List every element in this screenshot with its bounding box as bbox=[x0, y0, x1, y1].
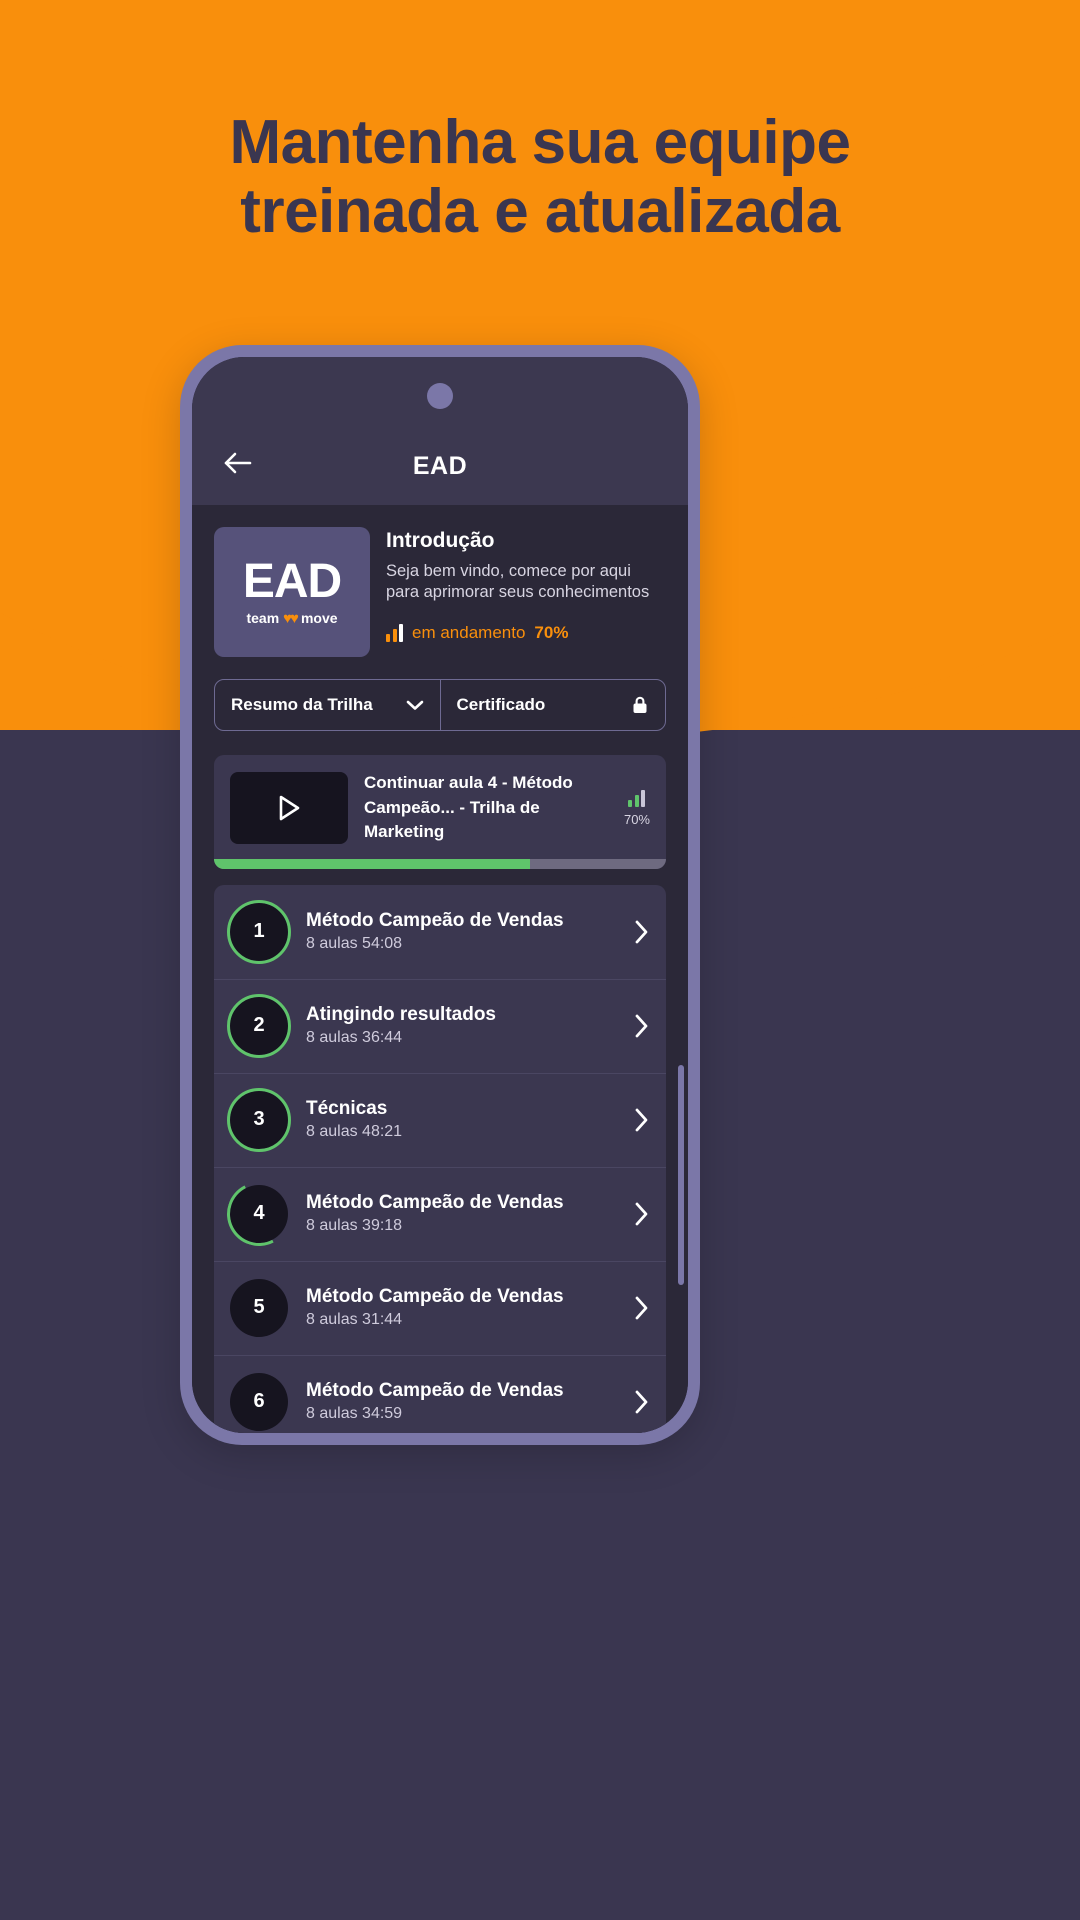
continue-lesson-row: Continuar aula 4 - Método Campeão... - T… bbox=[214, 755, 666, 859]
module-number-badge: 6 bbox=[227, 1370, 291, 1433]
logo-mark-icon: ♥♥ bbox=[283, 609, 299, 627]
tab-certificado[interactable]: Certificado bbox=[439, 680, 666, 730]
tab-certificado-label: Certificado bbox=[456, 695, 546, 714]
tab-resumo-label: Resumo da Trilha bbox=[231, 695, 373, 714]
headline-line-2: treinada e atualizada bbox=[240, 177, 840, 247]
module-number-badge: 1 bbox=[227, 899, 291, 964]
chevron-right-icon[interactable] bbox=[634, 1295, 650, 1321]
app-header: EAD bbox=[192, 357, 688, 505]
module-row[interactable]: 3 Técnicas 8 aulas 48:21 bbox=[214, 1072, 666, 1167]
page-headline: Mantenha sua equipe treinada e atualizad… bbox=[0, 108, 1080, 247]
module-list: 1 Método Campeão de Vendas 8 aulas 54:08 2 A… bbox=[214, 884, 666, 1433]
course-logo-text: EAD bbox=[242, 554, 342, 608]
module-meta: 8 aulas 36:44 bbox=[306, 1029, 403, 1047]
course-description: Seja bem vindo, comece por aqui para apr… bbox=[386, 562, 650, 602]
module-meta: 8 aulas 39:18 bbox=[306, 1217, 403, 1235]
module-number-badge: 2 bbox=[227, 993, 291, 1058]
course-title: Introdução bbox=[386, 529, 495, 552]
progress-ring bbox=[227, 1087, 291, 1152]
scrollbar[interactable] bbox=[678, 1065, 684, 1285]
course-logo: EAD team ♥♥ move bbox=[214, 527, 370, 657]
camera-icon bbox=[427, 383, 453, 409]
tab-resumo-da-trilha[interactable]: Resumo da Trilha bbox=[215, 680, 440, 730]
progress-bar-fill bbox=[214, 858, 531, 869]
chevron-right-icon[interactable] bbox=[634, 1389, 650, 1415]
phone-mockup: EAD EAD team ♥♥ move Introdução Seja bem… bbox=[180, 345, 700, 1445]
chevron-right-icon[interactable] bbox=[634, 919, 650, 945]
back-button[interactable] bbox=[216, 441, 260, 485]
module-row[interactable]: 1 Método Campeão de Vendas 8 aulas 54:08 bbox=[214, 885, 666, 979]
app-content: EAD team ♥♥ move Introdução Seja bem vin… bbox=[192, 505, 688, 1433]
progress-ring bbox=[218, 1173, 300, 1255]
module-text: Método Campeão de Vendas 8 aulas 39:18 bbox=[306, 1192, 616, 1235]
play-icon bbox=[279, 795, 300, 821]
phone-screen: EAD EAD team ♥♥ move Introdução Seja bem… bbox=[192, 357, 688, 1433]
module-title: Método Campeão de Vendas bbox=[306, 1286, 564, 1308]
module-number-badge: 4 bbox=[218, 1173, 300, 1255]
bar-chart-icon bbox=[386, 624, 403, 643]
module-text: Atingindo resultados 8 aulas 36:44 bbox=[306, 1004, 616, 1047]
bar-chart-icon bbox=[628, 789, 646, 807]
progress-ring bbox=[227, 993, 291, 1058]
lock-icon bbox=[633, 696, 647, 713]
course-status-percent: 70% bbox=[534, 623, 569, 643]
chevron-down-icon bbox=[406, 700, 423, 710]
progress-ring bbox=[227, 899, 291, 964]
continue-line-2: Campeão... - Trilha de Marketing bbox=[364, 797, 540, 842]
course-logo-subtext: team ♥♥ move bbox=[246, 610, 337, 627]
chevron-right-icon[interactable] bbox=[634, 1107, 650, 1133]
continue-lesson-card[interactable]: Continuar aula 4 - Método Campeão... - T… bbox=[214, 755, 666, 869]
app-window: EAD EAD team ♥♥ move Introdução Seja bem… bbox=[192, 357, 688, 1433]
module-row[interactable]: 6 Método Campeão de Vendas 8 aulas 34:59 bbox=[214, 1354, 666, 1433]
logo-move-text: move bbox=[300, 610, 338, 626]
progress-ring bbox=[227, 1276, 291, 1340]
module-meta: 8 aulas 48:21 bbox=[306, 1123, 403, 1141]
module-title: Método Campeão de Vendas bbox=[306, 910, 564, 932]
module-title: Técnicas bbox=[306, 1098, 388, 1120]
module-title: Método Campeão de Vendas bbox=[306, 1192, 564, 1214]
course-hero: EAD team ♥♥ move Introdução Seja bem vin… bbox=[192, 505, 688, 675]
continue-percent: 70% bbox=[623, 811, 650, 827]
progress-ring bbox=[227, 1370, 291, 1433]
page-title: EAD bbox=[412, 452, 468, 480]
module-text: Técnicas 8 aulas 48:21 bbox=[306, 1098, 616, 1141]
module-meta: 8 aulas 34:59 bbox=[306, 1405, 403, 1423]
module-number-badge: 3 bbox=[227, 1087, 291, 1152]
module-row[interactable]: 2 Atingindo resultados 8 aulas 36:44 bbox=[214, 978, 666, 1073]
module-row[interactable]: 5 Método Campeão de Vendas 8 aulas 31:44 bbox=[214, 1260, 666, 1355]
headline-line-1: Mantenha sua equipe bbox=[229, 108, 851, 177]
course-status-label: em andamento bbox=[412, 623, 526, 643]
module-meta: 8 aulas 54:08 bbox=[306, 935, 403, 953]
chevron-right-icon[interactable] bbox=[634, 1201, 650, 1227]
tab-bar: Resumo da Trilha Certificado bbox=[214, 679, 666, 731]
module-text: Método Campeão de Vendas 8 aulas 54:08 bbox=[306, 910, 616, 953]
lesson-thumbnail[interactable] bbox=[230, 771, 348, 844]
course-status: em andamento 70% bbox=[386, 623, 666, 643]
module-row[interactable]: 4 Método Campeão de Vendas 8 aulas 39:18 bbox=[214, 1166, 666, 1261]
chevron-right-icon[interactable] bbox=[634, 1013, 650, 1039]
continue-lesson-title: Continuar aula 4 - Método Campeão... - T… bbox=[364, 771, 608, 845]
module-number-badge: 5 bbox=[227, 1276, 291, 1340]
course-info: Introdução Seja bem vindo, comece por aq… bbox=[386, 527, 666, 657]
module-text: Método Campeão de Vendas 8 aulas 31:44 bbox=[306, 1286, 616, 1329]
module-meta: 8 aulas 31:44 bbox=[306, 1311, 403, 1329]
continue-line-1: Continuar aula 4 - Método bbox=[364, 773, 573, 792]
continue-progress-meta: 70% bbox=[624, 789, 650, 827]
logo-team-text: team bbox=[246, 610, 280, 626]
module-title: Atingindo resultados bbox=[306, 1004, 496, 1026]
arrow-left-icon bbox=[224, 452, 252, 474]
progress-bar bbox=[214, 858, 666, 869]
module-text: Método Campeão de Vendas 8 aulas 34:59 bbox=[306, 1380, 616, 1423]
module-title: Método Campeão de Vendas bbox=[306, 1380, 564, 1402]
